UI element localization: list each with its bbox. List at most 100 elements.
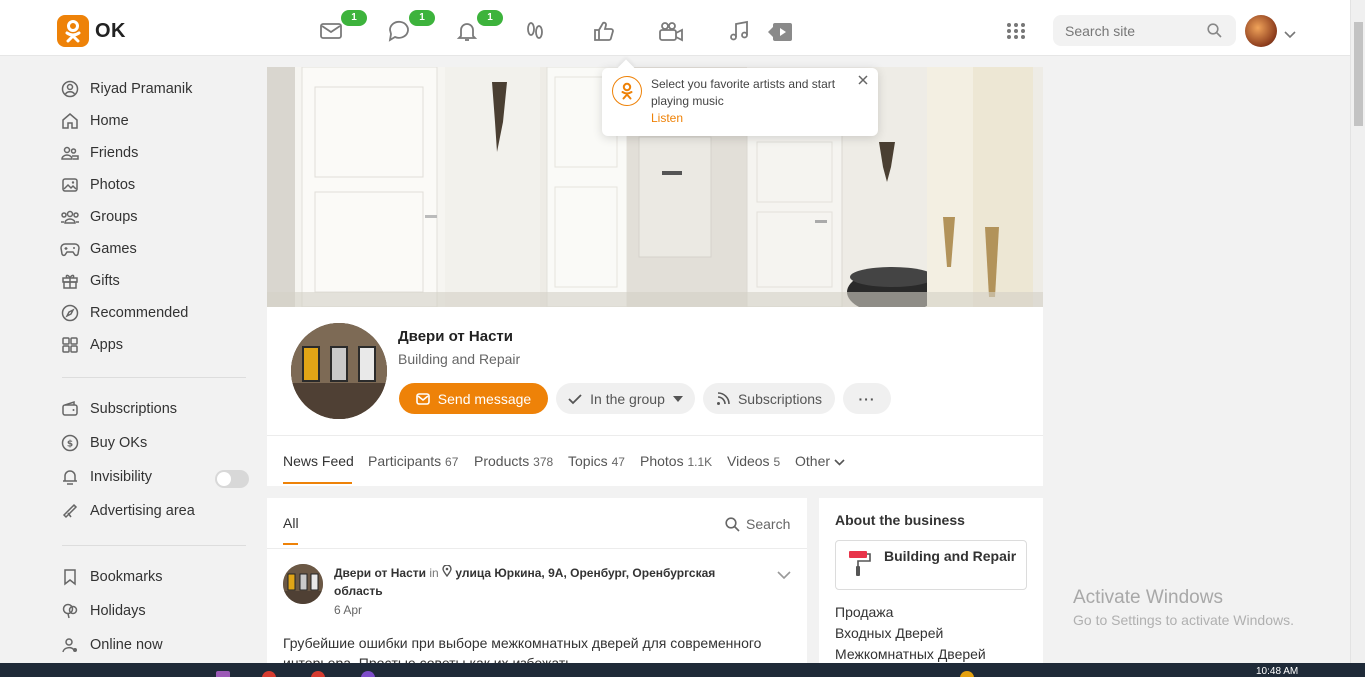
taskbar-app-icon[interactable] (216, 671, 230, 677)
sidebar-item-home[interactable]: Home (60, 109, 129, 133)
tab-label: Products (474, 453, 530, 469)
sidebar-item-holidays[interactable]: Holidays (60, 599, 146, 623)
feed-search-button[interactable]: Search (725, 516, 790, 532)
sidebar-item-label: Advertising area (90, 503, 195, 519)
sidebar-item-label: Invisibility (90, 469, 153, 485)
top-bar: OK 1 1 1 Search site (0, 0, 1350, 56)
sidebar-item-bookmarks[interactable]: Bookmarks (60, 565, 163, 589)
tab-count: 1.1K (687, 455, 713, 469)
sidebar-item-invisibility[interactable]: Invisibility (60, 465, 152, 489)
sidebar-item-label: Groups (90, 209, 138, 225)
feed-divider (267, 548, 807, 549)
sidebar-divider (62, 545, 246, 546)
sidebar-item-buy-oks[interactable]: $ Buy OKs (60, 431, 147, 455)
megaphone-icon (60, 501, 80, 521)
groups-icon (60, 207, 80, 227)
chevron-down-icon[interactable] (777, 566, 791, 584)
caret-down-icon (672, 395, 683, 402)
tab-news-feed[interactable]: News Feed (283, 453, 354, 469)
sidebar-item-label: Holidays (90, 603, 146, 619)
discussions-icon[interactable] (386, 19, 412, 43)
group-avatar[interactable] (291, 323, 387, 419)
apps-grid-icon[interactable] (1006, 22, 1026, 40)
in-the-group-button[interactable]: In the group (556, 383, 695, 414)
activate-windows-subtitle: Go to Settings to activate Windows. (1073, 612, 1294, 628)
post-in-word: in (429, 566, 439, 580)
group-category: Building and Repair (398, 351, 521, 367)
online-icon (60, 635, 80, 655)
gamepad-icon (60, 239, 80, 259)
tab-label: Participants (368, 453, 442, 469)
tab-other[interactable]: Other (795, 453, 845, 469)
in-the-group-label: In the group (590, 390, 665, 407)
close-icon[interactable] (858, 72, 868, 90)
search-icon (1207, 23, 1222, 41)
tab-count: 378 (533, 455, 554, 469)
messages-icon[interactable] (318, 19, 344, 43)
taskbar-tray-icon[interactable] (960, 671, 974, 677)
more-options-button[interactable]: ··· (843, 383, 891, 414)
sidebar-item-subscriptions[interactable]: Subscriptions (60, 397, 177, 421)
sidebar-item-recommended[interactable]: Recommended (60, 301, 188, 325)
sidebar-item-advertising[interactable]: Advertising area (60, 499, 195, 523)
sidebar-item-label: Online now (90, 637, 163, 653)
chevron-down-icon[interactable] (1284, 26, 1296, 44)
sidebar-item-groups[interactable]: Groups (60, 205, 138, 229)
guests-icon[interactable] (522, 19, 548, 43)
sidebar-item-label: Photos (90, 177, 136, 193)
video-play-icon[interactable] (767, 20, 793, 44)
site-search-input[interactable]: Search site (1053, 15, 1236, 46)
rss-icon (716, 391, 730, 406)
invisibility-toggle[interactable] (215, 470, 249, 488)
messages-badge: 1 (341, 10, 367, 26)
listen-link[interactable]: Listen (651, 111, 683, 125)
page-scrollbar[interactable] (1350, 0, 1365, 663)
sidebar-item-label: Bookmarks (90, 569, 163, 585)
active-filter-indicator (283, 543, 298, 545)
tooltip-text: Select you favorite artists and start pl… (651, 77, 836, 108)
taskbar-clock: 10:48 AM (1256, 666, 1299, 677)
taskbar-app-icon[interactable] (262, 671, 276, 677)
sidebar-item-label: Recommended (90, 305, 189, 321)
svg-text:$: $ (67, 440, 73, 450)
business-category-box[interactable]: Building and Repair (835, 540, 1027, 590)
sidebar-item-games[interactable]: Games (60, 237, 137, 261)
sidebar-item-apps[interactable]: Apps (60, 333, 123, 357)
sidebar-item-friends[interactable]: Friends (60, 141, 138, 165)
taskbar-app-icon[interactable] (361, 671, 375, 677)
send-message-button[interactable]: Send message (399, 383, 548, 414)
sidebar-item-online-now[interactable]: Online now (60, 633, 163, 657)
tab-count: 67 (445, 455, 459, 469)
likes-icon[interactable] (590, 19, 616, 43)
post-author-avatar[interactable] (283, 564, 323, 604)
tab-products[interactable]: Products 378 (474, 453, 553, 469)
video-camera-icon[interactable] (658, 19, 684, 43)
location-pin-icon (442, 564, 452, 580)
sidebar-item-label: Home (90, 113, 129, 129)
sidebar-item-profile[interactable]: Riyad Pramanik (60, 77, 192, 101)
more-dots-icon: ··· (858, 390, 876, 407)
notifications-icon[interactable] (454, 19, 480, 43)
tab-videos[interactable]: Videos 5 (727, 453, 780, 469)
tab-participants[interactable]: Participants 67 (368, 453, 458, 469)
about-line: Входных Дверей (835, 625, 944, 641)
ok-logo[interactable]: OK (57, 15, 126, 47)
subscriptions-button[interactable]: Subscriptions (703, 383, 835, 414)
compass-icon (60, 303, 80, 323)
tab-photos[interactable]: Photos 1.1K (640, 453, 712, 469)
user-avatar[interactable] (1245, 15, 1277, 47)
filter-all-tab[interactable]: All (283, 515, 299, 531)
user-icon (60, 79, 80, 99)
mail-icon (415, 392, 430, 405)
tab-label: News Feed (283, 453, 354, 469)
post-author-link[interactable]: Двери от Насти (334, 566, 426, 580)
post-header: Двери от Насти in улица Юркина, 9А, Орен… (334, 564, 764, 600)
taskbar-app-icon[interactable] (311, 671, 325, 677)
tab-topics[interactable]: Topics 47 (568, 453, 625, 469)
sidebar-item-photos[interactable]: Photos (60, 173, 135, 197)
sidebar-divider (62, 377, 246, 378)
friends-icon (60, 143, 80, 163)
music-icon[interactable] (726, 19, 752, 43)
sidebar-item-gifts[interactable]: Gifts (60, 269, 120, 293)
scrollbar-thumb[interactable] (1354, 22, 1363, 126)
